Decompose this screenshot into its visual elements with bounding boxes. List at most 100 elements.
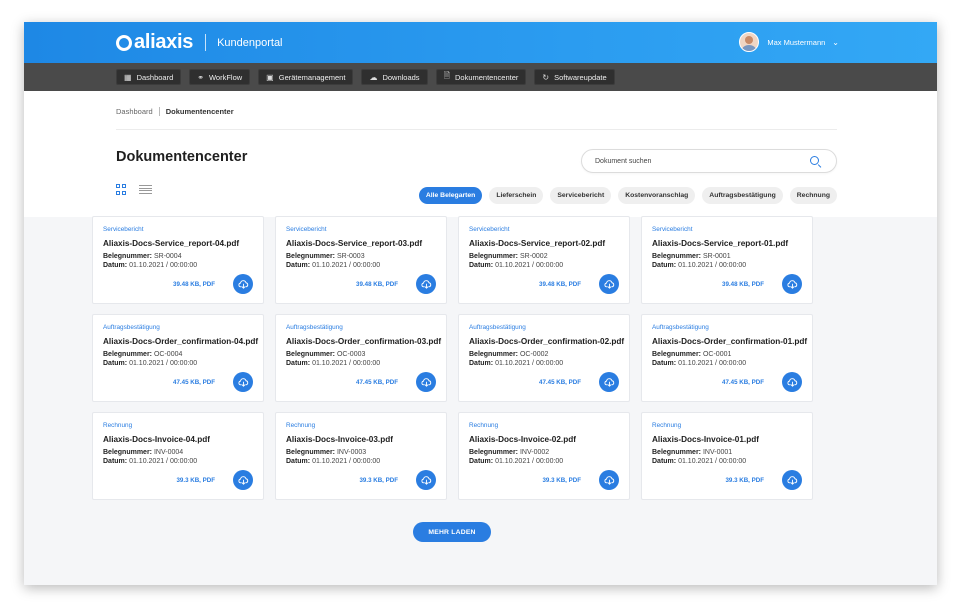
portal-title: Kundenportal xyxy=(217,36,283,49)
document-type: Auftragsbestätigung xyxy=(652,324,709,331)
avatar xyxy=(739,32,760,52)
breadcrumb-dashboard[interactable]: Dashboard xyxy=(116,107,153,116)
filter-kostenvoranschlag[interactable]: Kostenvoranschlag xyxy=(618,187,696,204)
document-name[interactable]: Aliaxis-Docs-Service_report-03.pdf xyxy=(286,239,446,248)
filter-lieferschein[interactable]: Lieferschein xyxy=(489,187,544,204)
document-card[interactable]: Auftragsbestätigung Aliaxis-Docs-Order_co… xyxy=(458,314,630,402)
download-button[interactable] xyxy=(233,372,253,392)
document-card[interactable]: Rechnung Aliaxis-Docs-Invoice-01.pdf Beleg… xyxy=(641,412,813,500)
document-number: OC-0002 xyxy=(519,351,549,358)
grid-view-icon[interactable] xyxy=(116,184,127,195)
document-type: Auftragsbestätigung xyxy=(469,324,526,331)
document-name[interactable]: Aliaxis-Docs-Order_confirmation-04.pdf xyxy=(103,337,263,346)
document-number-label: Belegnummer: xyxy=(469,449,519,456)
brand-name: aliaxis xyxy=(134,31,194,53)
cloud-download-icon xyxy=(421,377,432,388)
document-size: 39.3 KB, PDF xyxy=(542,477,581,484)
filter-rechnung[interactable]: Rechnung xyxy=(789,187,837,204)
document-card[interactable]: Auftragsbestätigung Aliaxis-Docs-Order_co… xyxy=(275,314,447,402)
document-size: 39.3 KB, PDF xyxy=(359,477,398,484)
nav-softwareupdate[interactable]: ↻ Softwareupdate xyxy=(534,69,615,85)
document-card[interactable]: Auftragsbestätigung Aliaxis-Docs-Order_co… xyxy=(92,314,264,402)
document-card[interactable]: Servicebericht Aliaxis-Docs-Service_repor… xyxy=(92,216,264,304)
user-menu[interactable]: Max Mustermann ⌄ xyxy=(739,32,839,52)
document-date: 01.10.2021 / 00:00:00 xyxy=(129,360,198,367)
download-button[interactable] xyxy=(416,372,436,392)
filter-servicebericht[interactable]: Servicebericht xyxy=(550,187,612,204)
document-card[interactable]: Rechnung Aliaxis-Docs-Invoice-03.pdf Beleg… xyxy=(275,412,447,500)
cloud-download-icon xyxy=(238,377,249,388)
download-button[interactable] xyxy=(782,470,802,490)
download-button[interactable] xyxy=(599,372,619,392)
document-date-row: Datum: 01.10.2021 / 00:00:00 xyxy=(103,360,263,367)
document-card[interactable]: Servicebericht Aliaxis-Docs-Service_repor… xyxy=(641,216,813,304)
download-button[interactable] xyxy=(782,372,802,392)
document-date-label: Datum: xyxy=(469,458,494,465)
document-name[interactable]: Aliaxis-Docs-Order_confirmation-02.pdf xyxy=(469,337,629,346)
nav-label: Downloads xyxy=(382,72,420,82)
download-button[interactable] xyxy=(599,470,619,490)
download-button[interactable] xyxy=(233,274,253,294)
search-icon[interactable] xyxy=(810,156,819,165)
document-card[interactable]: Servicebericht Aliaxis-Docs-Service_repor… xyxy=(458,216,630,304)
top-header: aliaxis Kundenportal Max Mustermann ⌄ xyxy=(24,22,937,63)
nav-dokumentencenter[interactable]: 🗎 Dokumentencenter xyxy=(435,69,527,85)
nav-geraetemanagement[interactable]: ▣ Gerätemanagement xyxy=(258,69,354,85)
device-icon: ▣ xyxy=(266,72,274,82)
breadcrumb: Dashboard Dokumentencenter xyxy=(116,107,234,116)
document-date-label: Datum: xyxy=(103,458,128,465)
document-card[interactable]: Rechnung Aliaxis-Docs-Invoice-02.pdf Beleg… xyxy=(458,412,630,500)
cloud-download-icon xyxy=(421,475,432,486)
nav-workflow[interactable]: ⚭ WorkFlow xyxy=(189,69,251,85)
nav-label: Dokumentencenter xyxy=(455,72,519,82)
document-number-label: Belegnummer: xyxy=(652,253,702,260)
document-type: Servicebericht xyxy=(652,226,693,233)
cloud-download-icon xyxy=(604,377,615,388)
document-name[interactable]: Aliaxis-Docs-Invoice-01.pdf xyxy=(652,435,812,444)
brand-logo[interactable]: aliaxis xyxy=(116,31,193,54)
document-number: OC-0004 xyxy=(153,351,183,358)
document-number-row: Belegnummer: INV-0004 xyxy=(103,449,263,456)
document-number: INV-0001 xyxy=(702,449,733,456)
document-date-row: Datum: 01.10.2021 / 00:00:00 xyxy=(286,360,446,367)
nav-dashboard[interactable]: ▦ Dashboard xyxy=(116,69,182,85)
document-name[interactable]: Aliaxis-Docs-Service_report-02.pdf xyxy=(469,239,629,248)
document-date: 01.10.2021 / 00:00:00 xyxy=(312,458,381,465)
document-card[interactable]: Servicebericht Aliaxis-Docs-Service_repor… xyxy=(275,216,447,304)
document-date: 01.10.2021 / 00:00:00 xyxy=(312,360,381,367)
filter-auftragsbestaetigung[interactable]: Auftragsbestätigung xyxy=(702,187,783,204)
download-button[interactable] xyxy=(233,470,253,490)
document-name[interactable]: Aliaxis-Docs-Order_confirmation-03.pdf xyxy=(286,337,446,346)
document-card[interactable]: Rechnung Aliaxis-Docs-Invoice-04.pdf Beleg… xyxy=(92,412,264,500)
document-name[interactable]: Aliaxis-Docs-Invoice-04.pdf xyxy=(103,435,263,444)
cloud-download-icon xyxy=(787,377,798,388)
load-more-button[interactable]: MEHR LADEN xyxy=(413,522,491,542)
filter-alle-belegarten[interactable]: Alle Belegarten xyxy=(418,187,483,204)
brand-divider xyxy=(205,34,207,51)
document-icon: 🗎 xyxy=(443,71,450,80)
document-name[interactable]: Aliaxis-Docs-Invoice-02.pdf xyxy=(469,435,629,444)
document-number: INV-0002 xyxy=(519,449,550,456)
cloud-download-icon xyxy=(787,475,798,486)
download-button[interactable] xyxy=(782,274,802,294)
document-number-label: Belegnummer: xyxy=(652,449,702,456)
user-name: Max Mustermann xyxy=(767,37,826,47)
download-button[interactable] xyxy=(416,274,436,294)
document-number-row: Belegnummer: SR-0001 xyxy=(652,253,812,260)
cloud-download-icon xyxy=(421,279,432,290)
document-name[interactable]: Aliaxis-Docs-Service_report-01.pdf xyxy=(652,239,812,248)
document-name[interactable]: Aliaxis-Docs-Service_report-04.pdf xyxy=(103,239,263,248)
document-size: 47.45 KB, PDF xyxy=(356,379,398,386)
download-button[interactable] xyxy=(416,470,436,490)
document-name[interactable]: Aliaxis-Docs-Order_confirmation-01.pdf xyxy=(652,337,812,346)
document-name[interactable]: Aliaxis-Docs-Invoice-03.pdf xyxy=(286,435,446,444)
document-date-label: Datum: xyxy=(103,262,128,269)
nav-downloads[interactable]: ☁ Downloads xyxy=(361,69,428,85)
nav-label: WorkFlow xyxy=(208,72,243,82)
cloud-download-icon xyxy=(604,475,615,486)
search-input[interactable]: Dokument suchen xyxy=(581,149,837,173)
document-card[interactable]: Auftragsbestätigung Aliaxis-Docs-Order_co… xyxy=(641,314,813,402)
download-button[interactable] xyxy=(599,274,619,294)
document-date: 01.10.2021 / 00:00:00 xyxy=(678,360,747,367)
list-view-icon[interactable] xyxy=(139,184,152,195)
